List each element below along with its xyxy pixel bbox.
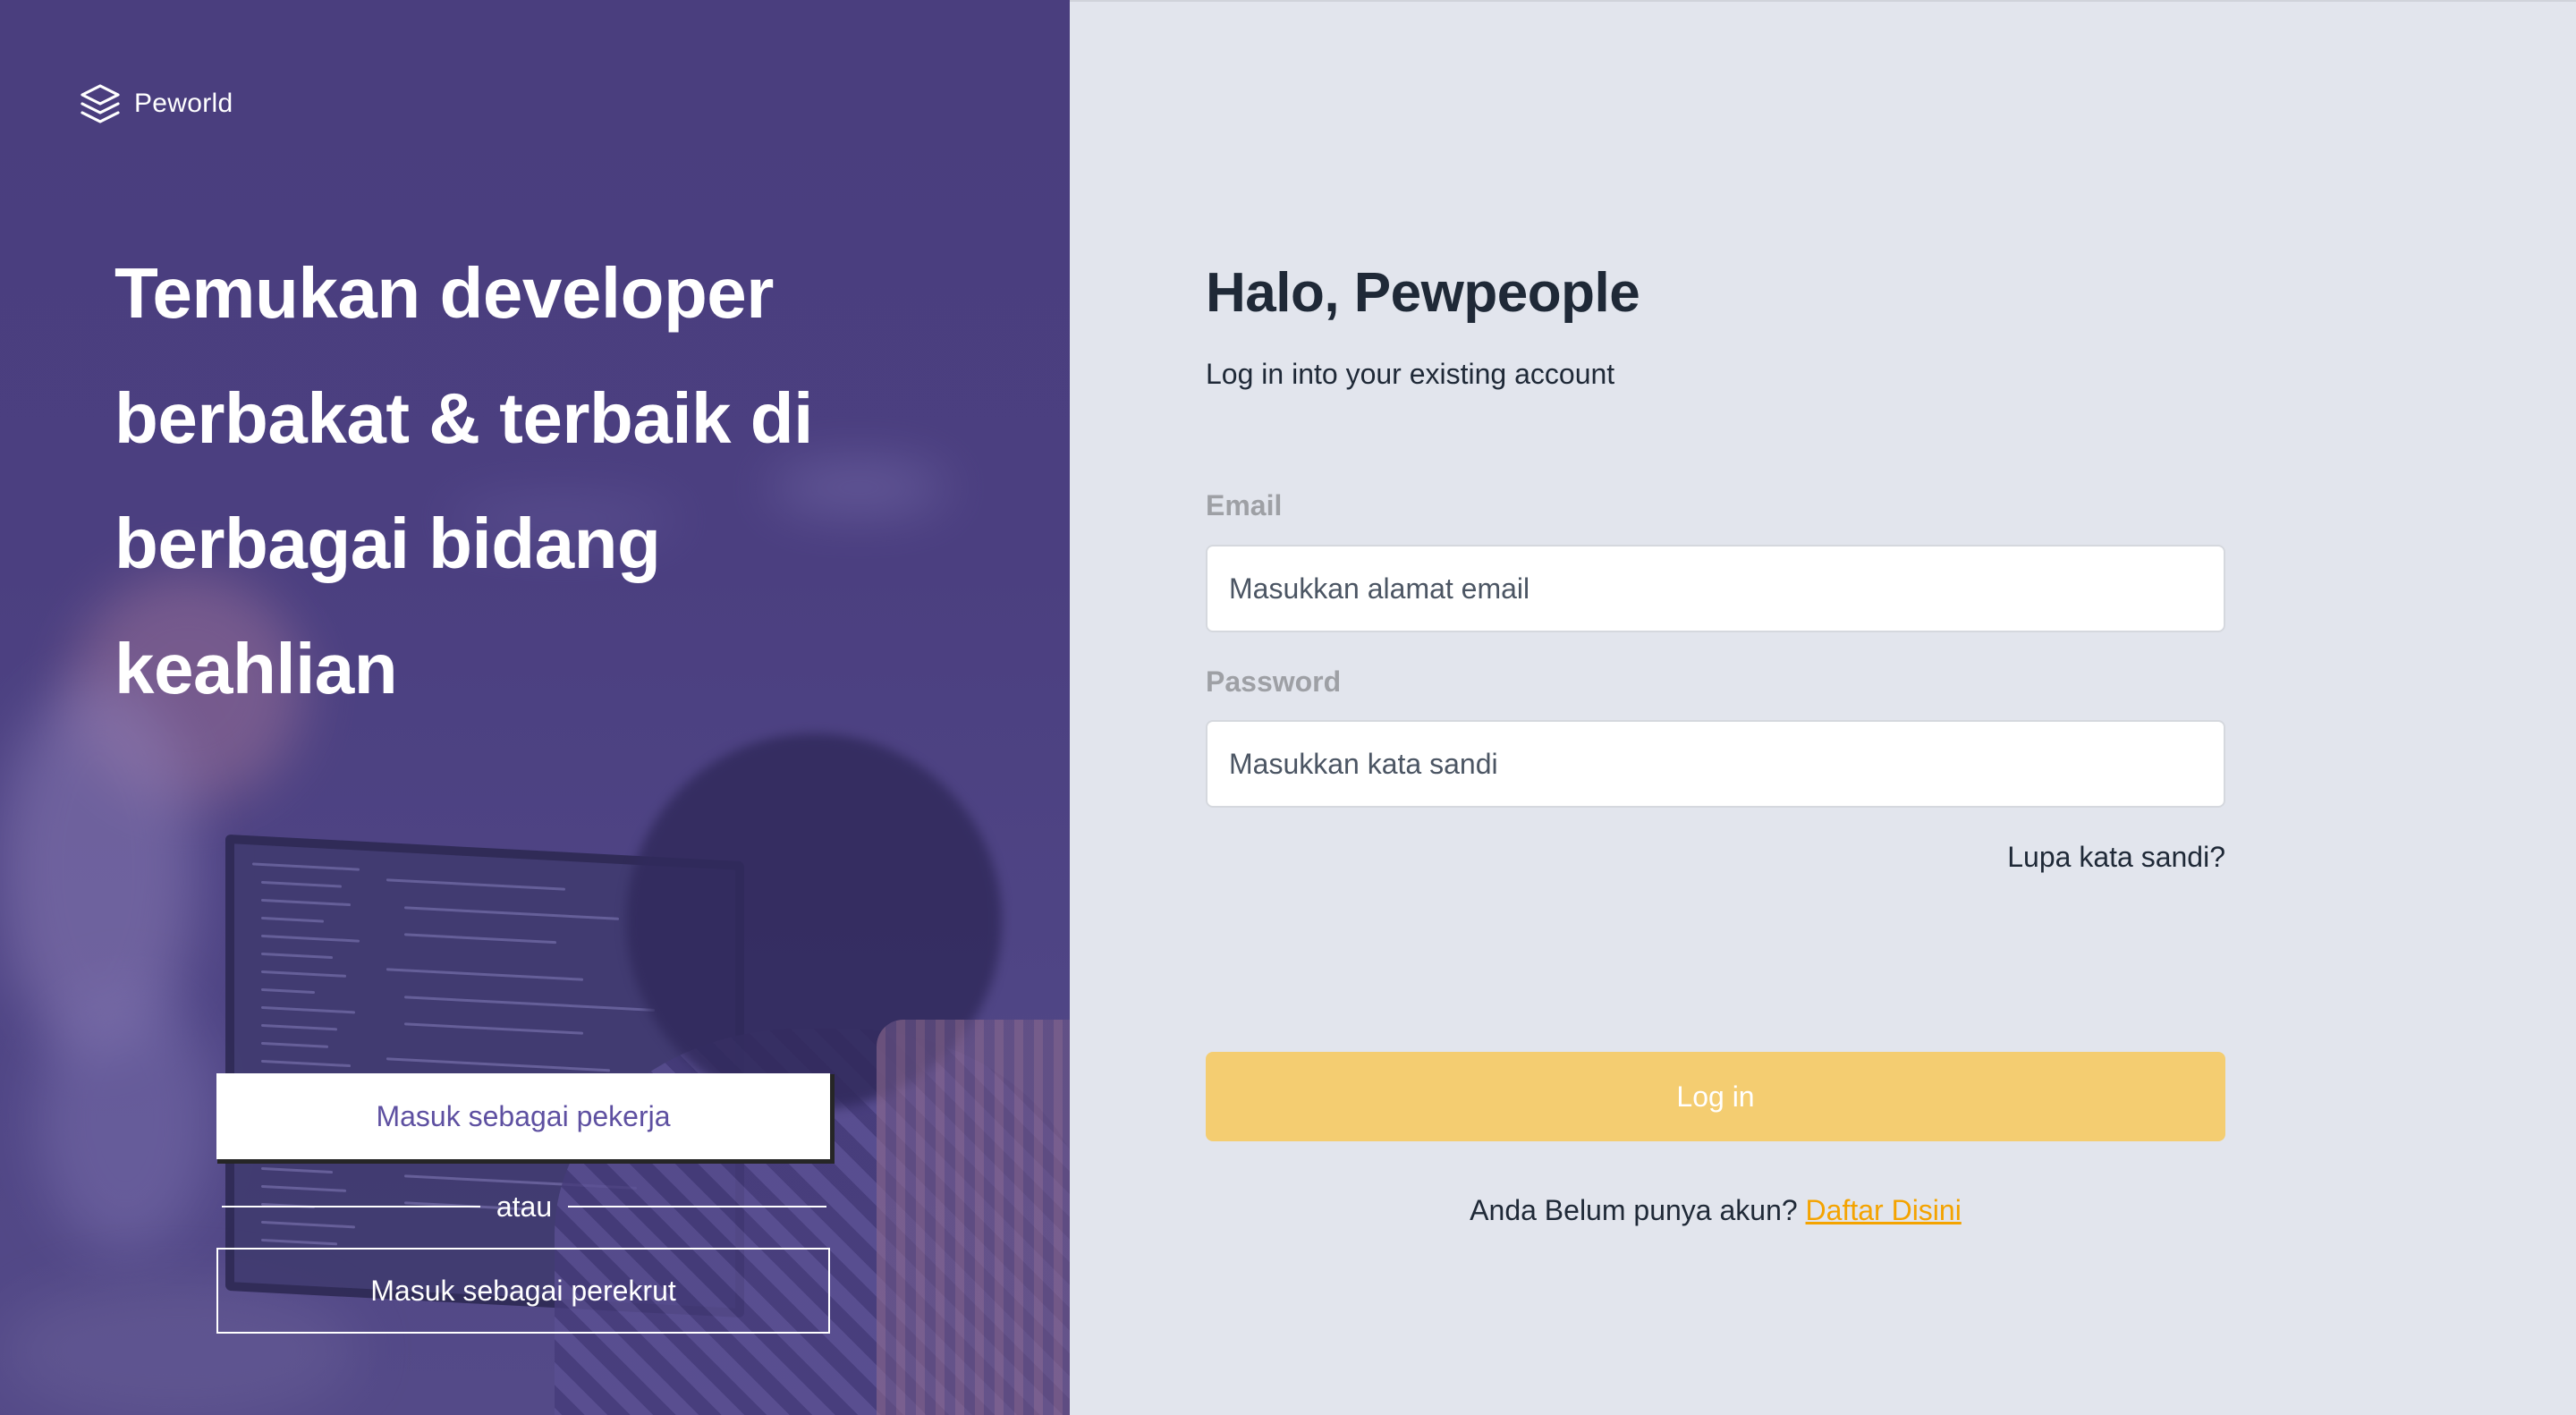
email-field[interactable] (1206, 545, 2225, 632)
divider-line-right (568, 1206, 826, 1207)
email-label: Email (1206, 489, 1283, 521)
divider-line-left (222, 1206, 480, 1207)
hero-headline: Temukan developer berbakat & terbaik di … (114, 253, 813, 708)
password-field[interactable] (1206, 720, 2225, 808)
register-prompt: Anda Belum punya akun? Daftar Disini (1206, 1194, 2225, 1227)
login-button[interactable]: Log in (1206, 1052, 2225, 1141)
brand-logo[interactable]: Peworld (79, 82, 233, 125)
password-label: Password (1206, 665, 1342, 698)
hero-panel: Peworld Temukan developer berbakat & ter… (0, 0, 1070, 1415)
login-subtitle: Log in into your existing account (1206, 358, 1615, 390)
register-prompt-text: Anda Belum punya akun? (1470, 1194, 1806, 1226)
login-title: Halo, Pewpeople (1206, 262, 1640, 324)
login-as-recruiter-button[interactable]: Masuk sebagai perekrut (216, 1248, 830, 1334)
or-divider: atau (222, 1184, 826, 1229)
login-as-worker-button[interactable]: Masuk sebagai pekerja (216, 1073, 830, 1159)
register-link[interactable]: Daftar Disini (1806, 1194, 1962, 1226)
brand-name: Peworld (134, 89, 233, 118)
divider-text: atau (496, 1190, 553, 1223)
login-panel: Halo, Pewpeople Log in into your existin… (1070, 0, 2576, 1415)
forgot-password-link[interactable]: Lupa kata sandi? (2007, 841, 2225, 874)
layers-icon (80, 84, 120, 123)
